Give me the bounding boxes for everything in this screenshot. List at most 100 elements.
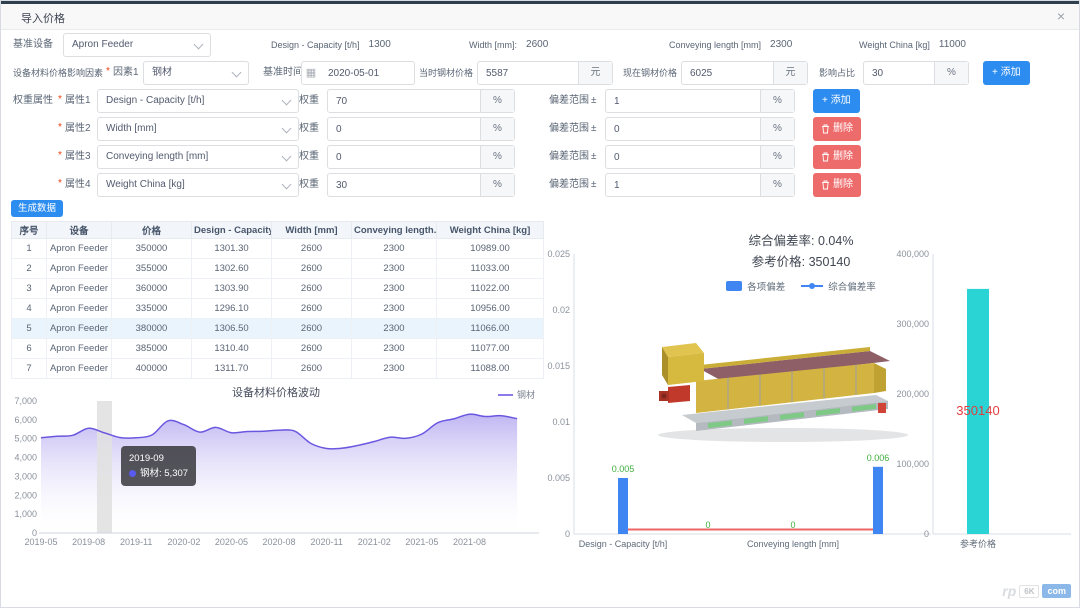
svg-text:0.025: 0.025 xyxy=(547,249,570,259)
svg-text:2021-02: 2021-02 xyxy=(358,537,391,547)
factor-label: 因素1 xyxy=(113,67,139,78)
watermark-logo: rp 6K com xyxy=(1002,583,1071,599)
table-row[interactable]: 3 Apron Feeder 360000 1303.90 2600 2300 11022.… xyxy=(11,278,544,299)
chart-title: 设备材料价格波动 xyxy=(232,387,320,399)
weight-attr-row-2: * 属性2 Width [mm] 权重 % 偏差范围 ± % 删除 xyxy=(1,117,1079,141)
table-cell: 1303.90 xyxy=(191,278,272,299)
svg-text:0: 0 xyxy=(924,529,929,539)
line-chart-svg[interactable]: 7,0006,0005,0004,0003,0002,0001,00002019… xyxy=(9,382,543,560)
generate-data-button[interactable]: 生成数据 xyxy=(11,200,64,217)
table-cell: 2300 xyxy=(351,278,437,299)
deviation4-input[interactable] xyxy=(606,174,760,196)
factor-select[interactable]: 钢材 xyxy=(143,61,249,85)
dialog-titlebar: 导入价格 × xyxy=(1,4,1079,30)
delete-attr-button[interactable]: 删除 xyxy=(813,173,861,197)
table-header-cell[interactable]: Design - Capacity... xyxy=(191,221,272,239)
attr2-select[interactable]: Width [mm] xyxy=(97,117,299,141)
chevron-down-icon xyxy=(231,67,242,78)
table-cell: 5 xyxy=(11,318,47,339)
ratio-input[interactable] xyxy=(864,62,934,84)
table-cell: Apron Feeder xyxy=(46,258,112,279)
table-row[interactable]: 5 Apron Feeder 380000 1306.50 2600 2300 11066.… xyxy=(11,318,544,339)
svg-text:5,000: 5,000 xyxy=(14,434,37,444)
required-star: * xyxy=(58,94,62,105)
weight2-input[interactable] xyxy=(328,118,480,140)
table-row[interactable]: 1 Apron Feeder 350000 1301.30 2600 2300 10989.… xyxy=(11,238,544,259)
ratio-label: 影响占比 xyxy=(819,68,856,78)
deviation2-input[interactable] xyxy=(606,118,760,140)
svg-text:3,000: 3,000 xyxy=(14,471,37,481)
svg-text:2020-02: 2020-02 xyxy=(167,537,200,547)
table-cell: 2300 xyxy=(351,318,437,339)
close-icon[interactable]: × xyxy=(1057,8,1065,24)
base-equipment-select[interactable]: Apron Feeder xyxy=(63,33,211,57)
table-cell: 350000 xyxy=(111,238,192,259)
table-header-cell[interactable]: Weight China [kg] xyxy=(436,221,544,239)
add-attr-button[interactable]: + 添加 xyxy=(813,89,860,113)
import-price-dialog: 导入价格 × 基准设备 Apron Feeder Design - Capaci… xyxy=(0,0,1080,608)
now-price-input[interactable] xyxy=(682,62,773,84)
add-factor-button[interactable]: + 添加 xyxy=(983,61,1030,85)
chevron-down-icon xyxy=(281,179,292,190)
table-header-cell[interactable]: 价格 xyxy=(111,221,192,239)
svg-text:参考价格: 参考价格 xyxy=(960,538,996,549)
weight3-group: % xyxy=(327,145,515,169)
table-cell: Apron Feeder xyxy=(46,318,112,339)
delete-attr-button[interactable]: 删除 xyxy=(813,145,861,169)
table-row[interactable]: 4 Apron Feeder 335000 1296.10 2600 2300 10956.… xyxy=(11,298,544,319)
weight3-input[interactable] xyxy=(328,146,480,168)
deviation3-group: % xyxy=(605,145,795,169)
base-time-datepicker[interactable]: ▦ xyxy=(301,61,415,85)
table-cell: 6 xyxy=(11,338,47,359)
table-cell: 1 xyxy=(11,238,47,259)
table-header-cell[interactable]: 序号 xyxy=(11,221,47,239)
table-row[interactable]: 7 Apron Feeder 400000 1311.70 2600 2300 11088.… xyxy=(11,358,544,379)
attr3-select[interactable]: Conveying length [mm] xyxy=(97,145,299,169)
svg-text:2019-11: 2019-11 xyxy=(120,537,152,547)
table-cell: 1296.10 xyxy=(191,298,272,319)
deviation3-input[interactable] xyxy=(606,146,760,168)
table-cell: 2300 xyxy=(351,358,437,379)
table-cell: 11022.00 xyxy=(436,278,544,299)
table-cell: Apron Feeder xyxy=(46,298,112,319)
svg-text:0.005: 0.005 xyxy=(547,473,570,483)
attr4-select[interactable]: Weight China [kg] xyxy=(97,173,299,197)
material-price-chart[interactable]: 设备材料价格波动 钢材 7,000 6,000 5,000 4,000 3,000 2,0… xyxy=(9,382,543,560)
chevron-down-icon xyxy=(193,39,204,50)
svg-text:0: 0 xyxy=(565,529,570,539)
table-cell: 2 xyxy=(11,258,47,279)
yuan-unit: 元 xyxy=(773,62,807,84)
table-cell: 1310.40 xyxy=(191,338,272,359)
svg-text:2,000: 2,000 xyxy=(14,490,37,500)
table-row[interactable]: 2 Apron Feeder 355000 1302.60 2600 2300 11033.… xyxy=(11,258,544,279)
ratio-group: % xyxy=(863,61,969,85)
weight4-input[interactable] xyxy=(328,174,480,196)
svg-text:400,000: 400,000 xyxy=(896,249,929,259)
table-cell: 335000 xyxy=(111,298,192,319)
trash-icon xyxy=(822,124,829,134)
required-star: * xyxy=(58,178,62,189)
percent-unit: % xyxy=(934,62,968,84)
delete-attr-button[interactable]: 删除 xyxy=(813,117,861,141)
svg-text:0.015: 0.015 xyxy=(547,361,570,371)
table-cell: Apron Feeder xyxy=(46,358,112,379)
then-price-input[interactable] xyxy=(478,62,578,84)
table-header-cell[interactable]: Conveying length... xyxy=(351,221,437,239)
table-header-cell[interactable]: 设备 xyxy=(46,221,112,239)
svg-text:2019-05: 2019-05 xyxy=(24,537,57,547)
chart-legend[interactable]: 钢材 xyxy=(497,388,535,401)
apron-feeder-3d-image xyxy=(658,343,908,442)
base-time-input[interactable] xyxy=(320,62,414,84)
attr1-select[interactable]: Design - Capacity [t/h] xyxy=(97,89,299,113)
yuan-unit: 元 xyxy=(578,62,612,84)
table-header-cell[interactable]: Width [mm] xyxy=(271,221,352,239)
deviation1-input[interactable] xyxy=(606,90,760,112)
svg-text:0.02: 0.02 xyxy=(552,305,570,315)
table-cell: 3 xyxy=(11,278,47,299)
table-cell: 2600 xyxy=(271,358,352,379)
table-row[interactable]: 6 Apron Feeder 385000 1310.40 2600 2300 11077.… xyxy=(11,338,544,359)
watermark-badge: 6K xyxy=(1019,584,1040,598)
generated-data-table: 序号设备价格Design - Capacity...Width [mm]Conv… xyxy=(11,221,544,379)
table-cell: 7 xyxy=(11,358,47,379)
weight1-input[interactable] xyxy=(328,90,480,112)
